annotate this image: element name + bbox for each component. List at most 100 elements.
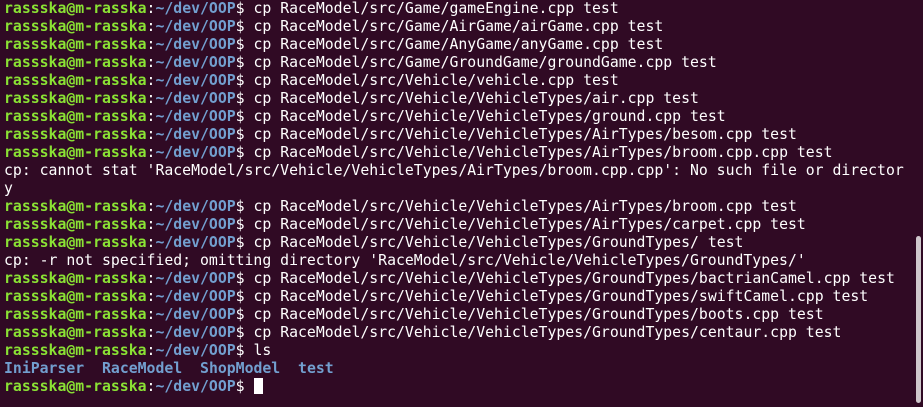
terminal-window[interactable]: rassska@m-rasska:~/dev/OOP$ cp RaceModel… [0, 0, 923, 407]
command-text: cp RaceModel/src/Game/GroundGame/groundG… [253, 54, 717, 71]
prompt-symbol: $ [235, 306, 254, 323]
prompt-line: rassska@m-rasska:~/dev/OOP$ cp RaceModel… [4, 54, 919, 72]
ls-entry[interactable]: IniParser [4, 360, 84, 377]
prompt-user: rassska@m-rasska [4, 378, 147, 395]
prompt-path: ~/dev/OOP [155, 90, 236, 107]
prompt-user: rassska@m-rasska [4, 144, 147, 161]
prompt-path: ~/dev/OOP [155, 108, 236, 125]
prompt-symbol: $ [235, 288, 254, 305]
output-line: y [4, 180, 919, 198]
command-text: cp RaceModel/src/Vehicle/VehicleTypes/Gr… [253, 288, 869, 305]
prompt-symbol: $ [235, 126, 254, 143]
prompt-line: rassska@m-rasska:~/dev/OOP$ [4, 378, 919, 396]
prompt-line: rassska@m-rasska:~/dev/OOP$ cp RaceModel… [4, 18, 919, 36]
prompt-symbol: $ [235, 198, 254, 215]
prompt-user: rassska@m-rasska [4, 36, 147, 53]
prompt-path: ~/dev/OOP [155, 270, 236, 287]
prompt-path: ~/dev/OOP [155, 378, 236, 395]
prompt-line: rassska@m-rasska:~/dev/OOP$ cp RaceModel… [4, 324, 919, 342]
prompt-line: rassska@m-rasska:~/dev/OOP$ cp RaceModel… [4, 0, 919, 18]
command-text: cp RaceModel/src/Vehicle/VehicleTypes/Gr… [253, 270, 895, 287]
command-text: cp RaceModel/src/Vehicle/VehicleTypes/Gr… [253, 234, 744, 251]
prompt-user: rassska@m-rasska [4, 342, 147, 359]
command-text: cp RaceModel/src/Vehicle/vehicle.cpp tes… [253, 72, 619, 89]
prompt-path: ~/dev/OOP [155, 126, 236, 143]
prompt-user: rassska@m-rasska [4, 126, 147, 143]
prompt-symbol: $ [235, 270, 254, 287]
command-text: cp RaceModel/src/Vehicle/VehicleTypes/Gr… [253, 306, 824, 323]
command-text: cp RaceModel/src/Game/AnyGame/anyGame.cp… [253, 36, 664, 53]
prompt-path: ~/dev/OOP [155, 18, 236, 35]
prompt-path: ~/dev/OOP [155, 36, 236, 53]
prompt-user: rassska@m-rasska [4, 108, 147, 125]
prompt-line: rassska@m-rasska:~/dev/OOP$ cp RaceModel… [4, 288, 919, 306]
prompt-user: rassska@m-rasska [4, 90, 147, 107]
prompt-line: rassska@m-rasska:~/dev/OOP$ cp RaceModel… [4, 216, 919, 234]
prompt-path: ~/dev/OOP [155, 72, 236, 89]
prompt-symbol: $ [235, 324, 254, 341]
scrollbar[interactable] [916, 0, 923, 407]
output-text: cp: -r not specified; omitting directory… [4, 252, 806, 269]
prompt-symbol: $ [235, 342, 254, 359]
command-text: cp RaceModel/src/Vehicle/VehicleTypes/gr… [253, 108, 726, 125]
scrollbar-thumb[interactable] [916, 236, 921, 403]
prompt-path: ~/dev/OOP [155, 0, 236, 17]
prompt-path: ~/dev/OOP [155, 306, 236, 323]
prompt-symbol: $ [235, 18, 254, 35]
prompt-symbol: $ [235, 378, 254, 395]
prompt-path: ~/dev/OOP [155, 216, 236, 233]
prompt-user: rassska@m-rasska [4, 288, 147, 305]
output-line: cp: cannot stat 'RaceModel/src/Vehicle/V… [4, 162, 919, 180]
prompt-line: rassska@m-rasska:~/dev/OOP$ cp RaceModel… [4, 306, 919, 324]
command-text: cp RaceModel/src/Vehicle/VehicleTypes/Ai… [253, 144, 833, 161]
command-text: cp RaceModel/src/Vehicle/VehicleTypes/Gr… [253, 324, 842, 341]
prompt-user: rassska@m-rasska [4, 270, 147, 287]
ls-output-line: IniParser RaceModel ShopModel test [4, 360, 919, 378]
prompt-user: rassska@m-rasska [4, 324, 147, 341]
prompt-line: rassska@m-rasska:~/dev/OOP$ cp RaceModel… [4, 198, 919, 216]
prompt-user: rassska@m-rasska [4, 198, 147, 215]
prompt-symbol: $ [235, 144, 254, 161]
ls-entry[interactable]: ShopModel [200, 360, 280, 377]
prompt-path: ~/dev/OOP [155, 234, 236, 251]
prompt-user: rassska@m-rasska [4, 18, 147, 35]
ls-entry[interactable]: test [298, 360, 334, 377]
prompt-line: rassska@m-rasska:~/dev/OOP$ cp RaceModel… [4, 270, 919, 288]
prompt-line: rassska@m-rasska:~/dev/OOP$ cp RaceModel… [4, 36, 919, 54]
prompt-user: rassska@m-rasska [4, 216, 147, 233]
prompt-user: rassska@m-rasska [4, 306, 147, 323]
prompt-symbol: $ [235, 72, 254, 89]
command-text: cp RaceModel/src/Game/gameEngine.cpp tes… [253, 0, 619, 17]
prompt-user: rassska@m-rasska [4, 0, 147, 17]
prompt-symbol: $ [235, 234, 254, 251]
prompt-symbol: $ [235, 108, 254, 125]
prompt-path: ~/dev/OOP [155, 198, 236, 215]
prompt-symbol: $ [235, 90, 254, 107]
output-text: y [4, 180, 13, 197]
prompt-line: rassska@m-rasska:~/dev/OOP$ cp RaceModel… [4, 72, 919, 90]
prompt-line: rassska@m-rasska:~/dev/OOP$ cp RaceModel… [4, 90, 919, 108]
command-text: ls [253, 342, 272, 359]
prompt-path: ~/dev/OOP [155, 288, 236, 305]
prompt-user: rassska@m-rasska [4, 54, 147, 71]
prompt-symbol: $ [235, 54, 254, 71]
prompt-path: ~/dev/OOP [155, 342, 236, 359]
prompt-symbol: $ [235, 0, 254, 17]
prompt-path: ~/dev/OOP [155, 324, 236, 341]
output-text: cp: cannot stat 'RaceModel/src/Vehicle/V… [4, 162, 904, 179]
command-text: cp RaceModel/src/Vehicle/VehicleTypes/ai… [253, 90, 699, 107]
command-text: cp RaceModel/src/Vehicle/VehicleTypes/Ai… [253, 216, 806, 233]
prompt-user: rassska@m-rasska [4, 72, 147, 89]
cursor[interactable] [254, 378, 264, 394]
terminal-output: rassska@m-rasska:~/dev/OOP$ cp RaceModel… [4, 0, 919, 396]
prompt-user: rassska@m-rasska [4, 234, 147, 251]
prompt-path: ~/dev/OOP [155, 144, 236, 161]
command-text: cp RaceModel/src/Vehicle/VehicleTypes/Ai… [253, 198, 797, 215]
output-line: cp: -r not specified; omitting directory… [4, 252, 919, 270]
command-text: cp RaceModel/src/Game/AirGame/airGame.cp… [253, 18, 664, 35]
prompt-line: rassska@m-rasska:~/dev/OOP$ cp RaceModel… [4, 126, 919, 144]
prompt-line: rassska@m-rasska:~/dev/OOP$ ls [4, 342, 919, 360]
ls-entry[interactable]: RaceModel [102, 360, 182, 377]
prompt-symbol: $ [235, 216, 254, 233]
prompt-line: rassska@m-rasska:~/dev/OOP$ cp RaceModel… [4, 108, 919, 126]
